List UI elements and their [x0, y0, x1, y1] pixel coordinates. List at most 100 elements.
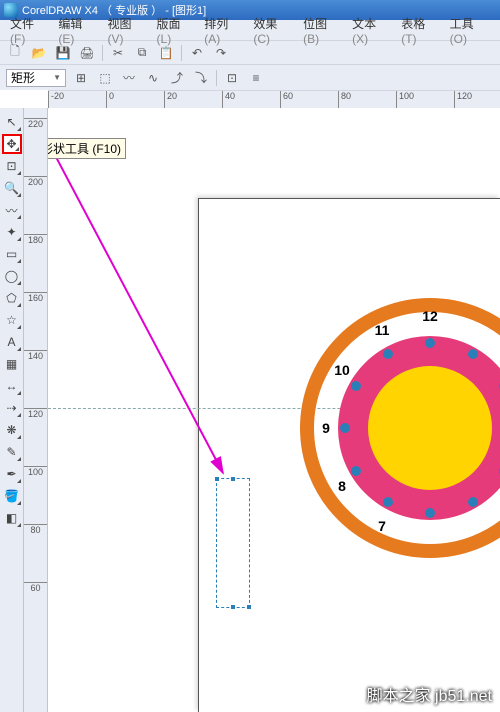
ruler-tick: 60 [280, 91, 293, 108]
ruler-tick: 200 [24, 176, 47, 187]
watermark: 脚本之家 jb51.net [367, 682, 492, 706]
ruler-tick: -20 [48, 91, 64, 108]
ruler-tick: 80 [24, 524, 47, 535]
clock-number: 12 [422, 308, 438, 324]
clock-number: 10 [334, 362, 350, 378]
menu-(E)[interactable]: 编辑(E) [54, 13, 101, 48]
menu-(A)[interactable]: 排列(A) [200, 13, 247, 48]
prop-icon[interactable]: ⊡ [223, 69, 241, 87]
resize-handle[interactable] [230, 476, 236, 482]
shape-combo[interactable]: 矩形 ▼ [6, 69, 66, 87]
prop-icon[interactable]: ⤵ [192, 69, 210, 87]
tool-tooltip: 形状工具 (F10) [48, 138, 126, 159]
separator [102, 45, 103, 61]
separator [181, 45, 182, 61]
clock-hour-dot [351, 466, 361, 476]
clock-number: 9 [322, 420, 330, 436]
ruler-tick: 40 [222, 91, 235, 108]
ruler-tick: 60 [24, 582, 47, 593]
tooltip-text: 形状工具 (F10) [48, 142, 121, 156]
effects-tool[interactable]: ❋ [2, 420, 22, 440]
prop-icon[interactable]: ⬚ [96, 69, 114, 87]
clock-hour-dot [351, 381, 361, 391]
vertical-ruler: 220 200 180 160 140 120 100 80 60 [24, 108, 48, 712]
clock-graphic[interactable]: 12 11 10 9 8 7 [300, 298, 500, 558]
ellipse-tool[interactable]: ◯ [2, 266, 22, 286]
ruler-tick: 160 [24, 292, 47, 303]
rectangle-tool[interactable]: ▭ [2, 244, 22, 264]
ruler-tick: 100 [24, 466, 47, 477]
shape-combo-value: 矩形 [11, 69, 35, 86]
text-tool[interactable]: A [2, 332, 22, 352]
menu-(C)[interactable]: 效果(C) [249, 13, 297, 48]
menu-(T)[interactable]: 表格(T) [397, 13, 443, 48]
clock-number: 11 [375, 322, 390, 338]
prop-icon[interactable]: ⊞ [72, 69, 90, 87]
resize-handle[interactable] [214, 476, 220, 482]
ruler-tick: 120 [454, 91, 472, 108]
menu-(O)[interactable]: 工具(O) [446, 13, 494, 48]
prop-icon[interactable]: ⤴ [168, 69, 186, 87]
ruler-tick: 80 [338, 91, 351, 108]
clock-hour-dot [425, 338, 435, 348]
toolbox: ↖ ✥ ⊡ 🔍 〰 ✦ ▭ ◯ ⬠ ☆ A ▦ ↔ ⇢ ❋ ✎ ✒ 🪣 ◧ [0, 108, 24, 712]
ruler-tick: 140 [24, 350, 47, 361]
dimension-tool[interactable]: ↔ [2, 376, 22, 396]
ruler-tick: 120 [24, 408, 47, 419]
selected-rectangle[interactable] [216, 478, 250, 608]
pick-tool[interactable]: ↖ [2, 112, 22, 132]
prop-icon[interactable]: ∿ [144, 69, 162, 87]
resize-handle[interactable] [230, 604, 236, 610]
resize-handle[interactable] [246, 604, 252, 610]
freehand-tool[interactable]: 〰 [2, 200, 22, 220]
clock-hour-dot [383, 497, 393, 507]
clock-hour-dot [383, 349, 393, 359]
undo-icon[interactable]: ↶ [188, 44, 206, 62]
ruler-tick: 0 [106, 91, 114, 108]
ruler-tick: 220 [24, 118, 47, 129]
clock-hour-dot [468, 349, 478, 359]
paste-icon[interactable]: 📋 [157, 44, 175, 62]
horizontal-ruler: -20 0 20 40 60 80 100 120 [48, 90, 500, 108]
shape-tool[interactable]: ✥ [2, 134, 22, 154]
table-tool[interactable]: ▦ [2, 354, 22, 374]
polygon-tool[interactable]: ⬠ [2, 288, 22, 308]
prop-icon[interactable]: 〰 [120, 69, 138, 87]
ruler-tick: 100 [396, 91, 414, 108]
ruler-tick: 20 [164, 91, 177, 108]
workspace: ↖ ✥ ⊡ 🔍 〰 ✦ ▭ ◯ ⬠ ☆ A ▦ ↔ ⇢ ❋ ✎ ✒ 🪣 ◧ 22… [0, 108, 500, 712]
clock-number: 8 [338, 478, 346, 494]
clock-hour-dot [425, 508, 435, 518]
menu-(V)[interactable]: 视图(V) [103, 13, 150, 48]
fill-tool[interactable]: 🪣 [2, 486, 22, 506]
basic-shapes-tool[interactable]: ☆ [2, 310, 22, 330]
save-icon[interactable]: 💾 [54, 44, 72, 62]
property-bar: 矩形 ▼ ⊞ ⬚ 〰 ∿ ⤴ ⤵ ⊡ ≡ [0, 64, 500, 90]
cut-icon[interactable]: ✂ [109, 44, 127, 62]
redo-icon[interactable]: ↷ [212, 44, 230, 62]
connector-tool[interactable]: ⇢ [2, 398, 22, 418]
chevron-down-icon: ▼ [53, 73, 61, 82]
prop-icon[interactable]: ≡ [247, 69, 265, 87]
clock-center [368, 366, 492, 490]
smartfill-tool[interactable]: ✦ [2, 222, 22, 242]
crop-tool[interactable]: ⊡ [2, 156, 22, 176]
canvas[interactable]: 12 11 10 9 8 7 形状工具 (F10) [48, 108, 500, 712]
print-icon[interactable]: 🖨 [78, 44, 96, 62]
outline-tool[interactable]: ✒ [2, 464, 22, 484]
interactive-fill-tool[interactable]: ◧ [2, 508, 22, 528]
menu-(X)[interactable]: 文本(X) [348, 13, 395, 48]
menu-bar: 文件(F)编辑(E)视图(V)版面(L)排列(A)效果(C)位图(B)文本(X)… [0, 20, 500, 40]
ruler-tick: 180 [24, 234, 47, 245]
clock-hour-dot [468, 497, 478, 507]
separator [216, 70, 217, 86]
menu-(B)[interactable]: 位图(B) [299, 13, 346, 48]
zoom-tool[interactable]: 🔍 [2, 178, 22, 198]
clock-hour-dot [340, 423, 350, 433]
open-icon[interactable]: 📂 [30, 44, 48, 62]
eyedropper-tool[interactable]: ✎ [2, 442, 22, 462]
new-icon[interactable]: 🗋 [6, 44, 24, 62]
copy-icon[interactable]: ⧉ [133, 44, 151, 62]
clock-number: 7 [378, 518, 386, 534]
menu-(L)[interactable]: 版面(L) [153, 13, 199, 48]
